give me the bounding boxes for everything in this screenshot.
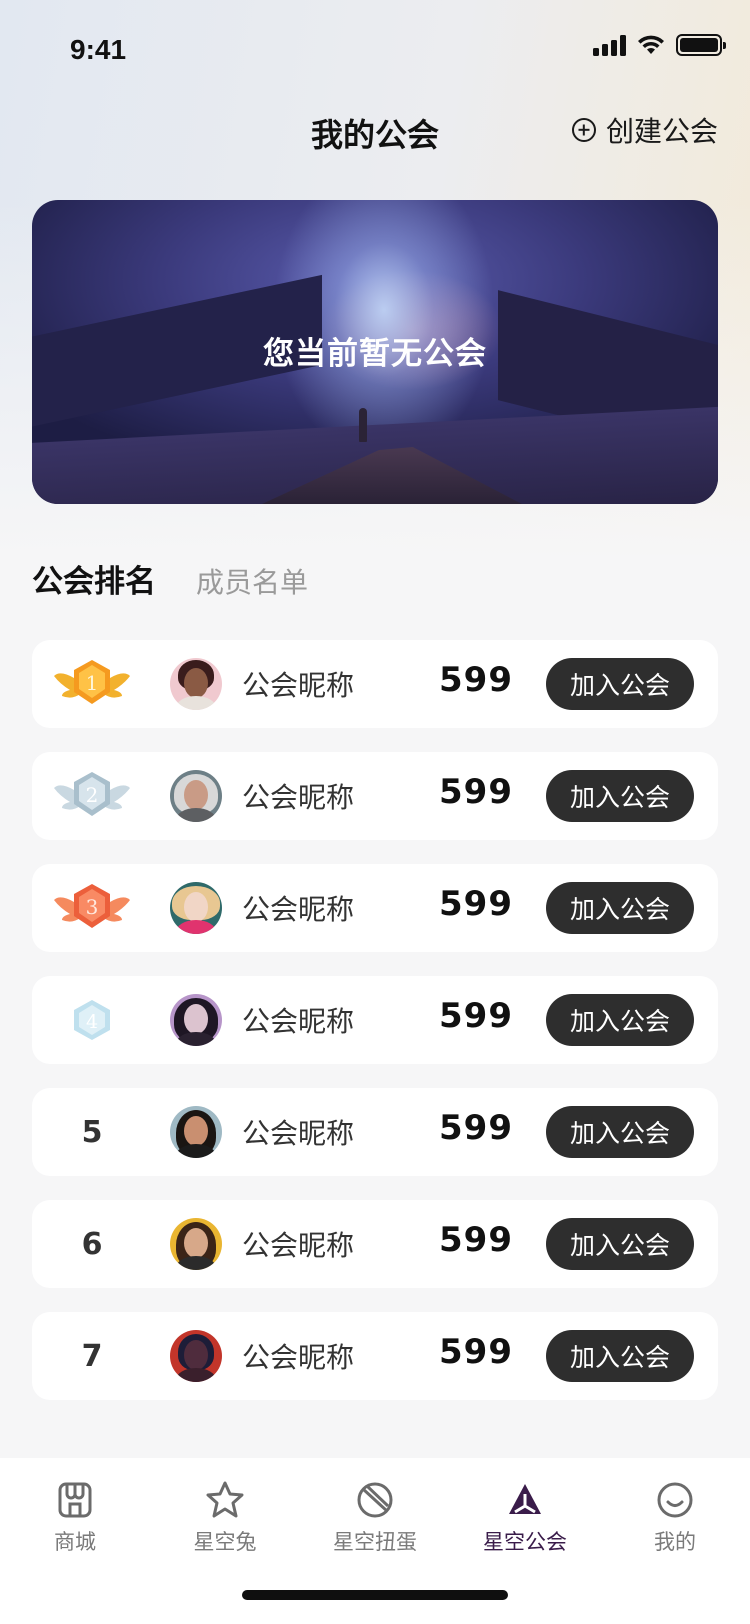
no-guild-banner: 您当前暂无公会 (32, 200, 718, 504)
ranking-row: 7 公会昵称 599 加入公会 (32, 1312, 718, 1400)
tab-label: 星空兔 (193, 1530, 257, 1554)
guild-avatar (170, 1106, 222, 1158)
guild-name: 公会昵称 (242, 781, 355, 814)
guild-name: 公会昵称 (242, 669, 355, 702)
ranking-tabs: 公会排名 成员名单 (32, 556, 308, 601)
guild-avatar (170, 1218, 222, 1270)
join-guild-button[interactable]: 加入公会 (546, 994, 694, 1046)
tab-star-guild[interactable]: 星空公会 (450, 1480, 600, 1556)
ranking-row: 3 公会昵称 599 加入公会 (32, 864, 718, 952)
rank-badge: 7 (52, 1312, 132, 1400)
tab-label: 星空公会 (483, 1530, 567, 1554)
rank-number: 5 (81, 1114, 103, 1150)
guild-score: 599 (439, 996, 513, 1036)
tab-label: 我的 (654, 1530, 696, 1554)
rank-badge: 4 (52, 976, 132, 1064)
guild-score: 599 (439, 1332, 513, 1372)
guild-name: 公会昵称 (242, 1229, 355, 1262)
guild-icon (509, 1484, 541, 1514)
svg-text:4: 4 (86, 1011, 98, 1033)
tab-shop[interactable]: 商城 (0, 1480, 150, 1556)
rank-badge: 2 (52, 752, 132, 840)
ranking-row: 1 公会昵称 599 加入公会 (32, 640, 718, 728)
guild-ranking-list: 1 公会昵称 599 加入公会 2 公会昵称 599 加入公会 3 公会昵称 5… (32, 640, 718, 1424)
guild-name: 公会昵称 (242, 1005, 355, 1038)
rank-badge: 1 (52, 640, 132, 728)
plus-circle-icon (571, 118, 596, 142)
guild-name: 公会昵称 (242, 893, 355, 926)
tab-guild-ranking[interactable]: 公会排名 (32, 556, 156, 601)
navigation-bar: 我的公会 创建公会 (0, 96, 750, 168)
shop-icon (58, 1482, 92, 1518)
create-guild-button[interactable]: 创建公会 (571, 110, 718, 150)
join-guild-button[interactable]: 加入公会 (546, 882, 694, 934)
status-icons (593, 34, 726, 56)
join-guild-button[interactable]: 加入公会 (546, 658, 694, 710)
bronze-medal-icon: 3 (54, 884, 130, 928)
ranking-row: 6 公会昵称 599 加入公会 (32, 1200, 718, 1288)
join-guild-button[interactable]: 加入公会 (546, 770, 694, 822)
ranking-row: 2 公会昵称 599 加入公会 (32, 752, 718, 840)
rank-number: 7 (81, 1338, 103, 1374)
crystal-medal-icon: 4 (74, 1000, 110, 1040)
guild-score: 599 (439, 1220, 513, 1260)
tab-label: 商城 (54, 1530, 96, 1554)
guild-avatar (170, 882, 222, 934)
guild-score: 599 (439, 1108, 513, 1148)
tab-profile[interactable]: 我的 (600, 1480, 750, 1556)
ranking-row: 4 公会昵称 599 加入公会 (32, 976, 718, 1064)
guild-avatar (170, 770, 222, 822)
rank-badge: 6 (52, 1200, 132, 1288)
ranking-row: 5 公会昵称 599 加入公会 (32, 1088, 718, 1176)
join-guild-button[interactable]: 加入公会 (546, 1218, 694, 1270)
join-guild-button[interactable]: 加入公会 (546, 1330, 694, 1382)
silver-medal-icon: 2 (54, 772, 130, 816)
tab-gacha[interactable]: 星空扭蛋 (300, 1480, 450, 1556)
tab-label: 星空扭蛋 (333, 1530, 417, 1554)
guild-score: 599 (439, 772, 513, 812)
gold-medal-icon: 1 (54, 660, 130, 704)
guild-name: 公会昵称 (242, 1117, 355, 1150)
svg-text:2: 2 (86, 783, 99, 807)
status-time: 9:41 (70, 34, 127, 65)
battery-icon (676, 34, 726, 56)
smiley-icon (657, 1482, 693, 1518)
join-guild-button[interactable]: 加入公会 (546, 1106, 694, 1158)
guild-score: 599 (439, 660, 513, 700)
tab-star-rabbit[interactable]: 星空兔 (150, 1480, 300, 1556)
rank-number: 6 (81, 1226, 103, 1262)
wifi-icon (638, 35, 664, 54)
star-rabbit-icon (206, 1481, 244, 1518)
cellular-signal-icon (593, 34, 626, 56)
guild-avatar (170, 994, 222, 1046)
create-guild-label: 创建公会 (605, 115, 718, 148)
guild-avatar (170, 658, 222, 710)
guild-score: 599 (439, 884, 513, 924)
no-guild-message: 您当前暂无公会 (263, 336, 487, 372)
banner-person-silhouette (359, 408, 367, 442)
status-bar: 9:41 (0, 0, 750, 96)
svg-text:3: 3 (86, 895, 99, 919)
home-indicator (242, 1590, 508, 1600)
rank-badge: 5 (52, 1088, 132, 1176)
rank-badge: 3 (52, 864, 132, 952)
tab-member-list[interactable]: 成员名单 (196, 561, 308, 601)
guild-avatar (170, 1330, 222, 1382)
gacha-ball-icon (357, 1482, 393, 1518)
guild-name: 公会昵称 (242, 1341, 355, 1374)
svg-text:1: 1 (86, 671, 99, 695)
